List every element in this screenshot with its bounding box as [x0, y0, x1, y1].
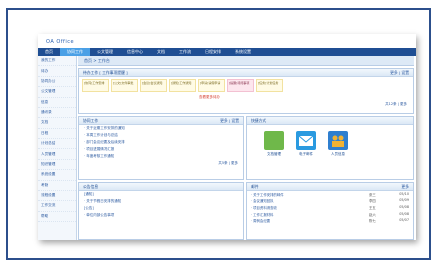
shortcut-documents[interactable]: 文档管理 [261, 131, 287, 157]
top-nav: 首页 协同工作 公文管理 信息中心 文档 工作流 日程安排 系统设置 [38, 48, 416, 56]
list-item: [通知] [84, 192, 94, 196]
list-item: [公告] [84, 206, 94, 210]
sidebar-item[interactable]: 人员管理 [38, 149, 76, 160]
todo-stamp[interactable]: [提醒]待阅事项 [227, 79, 254, 92]
sidebar-item[interactable]: 工作交流 [38, 201, 76, 212]
brand-logo: OA Office [46, 39, 75, 45]
todo-panel: 待办工作 [ 工作事项提醒 ] 更多 | 设置 [协同]工作安排 [公文]文件审… [78, 68, 414, 114]
mail-sender: 张三 [369, 192, 376, 197]
breadcrumb: 首页 > 工作台 [78, 56, 414, 66]
todo-stamp[interactable]: [公文]文件审批 [111, 79, 138, 92]
notice-panel: 公告信息 [通知] · 关于节假日安排的通知 [公告] · 单位内部公告事项 [78, 182, 244, 240]
panel-header: 协同工作 更多 | 设置 [79, 117, 243, 125]
table-row[interactable]: · 工作汇报材料 赵六 05/08 [247, 211, 413, 218]
mail-subject: · 项目资料请查收 [251, 205, 277, 210]
folder-icon [264, 131, 284, 150]
sidebar-item[interactable]: 文档 [38, 118, 76, 129]
table-row[interactable]: · 关于工作安排的邮件 张三 05/10 [247, 191, 413, 198]
mail-subject: · 周例会纪要 [251, 219, 271, 224]
panel-header: 待办工作 [ 工作事项提醒 ] 更多 | 设置 [79, 69, 413, 77]
mail-sender: 王五 [369, 205, 376, 210]
shortcut-people[interactable]: 人员信息 [325, 131, 351, 157]
shortcut-label: 电子邮件 [299, 152, 313, 156]
shortcut-label: 文档管理 [267, 152, 281, 156]
panel-more-link[interactable]: 更多 [401, 183, 409, 190]
table-row[interactable]: · 会议通知回执 李四 05/09 [247, 198, 413, 205]
panel-title: 待办工作 [ 工作事项提醒 ] [83, 70, 128, 75]
mail-date: 05/09 [399, 198, 409, 203]
nav-item-2[interactable]: 公文管理 [90, 49, 120, 55]
collab-panel: 协同工作 更多 | 设置 · 关于近期工作安排的通知 · 本周工作计划与总结 ·… [78, 116, 244, 180]
sidebar-item[interactable]: 知识管理 [38, 160, 76, 171]
sidebar-item[interactable]: 待办 [38, 66, 76, 77]
panel-title: 协同工作 [83, 118, 99, 123]
sidebar-item[interactable]: 帮助 [38, 212, 76, 222]
todo-footer[interactable]: 共12条 | 更多 [79, 101, 413, 108]
sidebar: 我的工作 待办 协同办公 公文管理 信息 通讯录 文档 日程 计划总结 人员管理… [38, 56, 77, 240]
list-item[interactable]: · 单位内部公告事项 [79, 212, 243, 219]
mail-sender: 李四 [369, 199, 376, 204]
mail-date: 05/08 [399, 211, 409, 216]
sidebar-item[interactable]: 系统设置 [38, 170, 76, 181]
sidebar-item[interactable]: 信息 [38, 98, 76, 108]
sidebar-item[interactable]: 协同办公 [38, 77, 76, 88]
mail-sender: 陈七 [369, 219, 376, 224]
mail-date: 05/10 [399, 191, 409, 196]
mail-date: 05/07 [399, 218, 409, 223]
sidebar-item[interactable]: 日程 [38, 129, 76, 139]
panel-title: 邮件 [251, 184, 259, 189]
mail-date: 05/08 [399, 204, 409, 209]
panel-header: 快捷方式 [247, 117, 413, 125]
todo-stamp[interactable]: [协同]工作安排 [82, 79, 109, 92]
nav-item-0[interactable]: 首页 [38, 49, 60, 55]
list-item[interactable]: · 年度考核工作通知 [79, 153, 243, 160]
envelope-icon [296, 131, 316, 150]
nav-item-5[interactable]: 工作流 [172, 49, 198, 55]
people-icon [328, 131, 348, 150]
main-content: 首页 > 工作台 待办工作 [ 工作事项提醒 ] 更多 | 设置 [协同]工作安… [78, 56, 414, 240]
panel-title: 快捷方式 [251, 118, 267, 123]
nav-item-7[interactable]: 系统设置 [228, 49, 258, 55]
panel-more-link[interactable]: 更多 | 设置 [220, 117, 239, 124]
sidebar-item[interactable]: 考勤 [38, 181, 76, 191]
brand-bar: OA Office [38, 34, 416, 48]
shortcut-panel: 快捷方式 文档管理 电子邮件 人员信息 [246, 116, 414, 180]
panel-title: 公告信息 [83, 184, 99, 189]
list-item[interactable]: · 关于近期工作安排的通知 [79, 125, 243, 132]
mail-subject: · 关于工作安排的邮件 [251, 192, 284, 197]
todo-note[interactable]: 查看更多待办 [79, 94, 413, 101]
nav-item-3[interactable]: 信息中心 [120, 49, 150, 55]
oa-screenshot: OA Office 首页 协同工作 公文管理 信息中心 文档 工作流 日程安排 … [38, 34, 416, 240]
sidebar-item[interactable]: 公文管理 [38, 87, 76, 98]
collab-footer[interactable]: 共5条 | 更多 [79, 160, 243, 167]
shortcut-label: 人员信息 [331, 152, 345, 156]
panel-header: 邮件 更多 [247, 183, 413, 191]
panel-header: 公告信息 [79, 183, 243, 191]
todo-stamp[interactable]: [会议]会议通知 [140, 79, 167, 92]
list-item[interactable]: · 项目进展情况汇报 [79, 146, 243, 153]
list-item[interactable]: · 部门会议纪要及后续安排 [79, 139, 243, 146]
sidebar-item[interactable]: 我的工作 [38, 56, 76, 67]
todo-stamp[interactable]: [通知]工作通知 [169, 79, 196, 92]
nav-item-6[interactable]: 日程安排 [198, 49, 228, 55]
list-item[interactable]: · 本周工作计划与总结 [79, 132, 243, 139]
table-row[interactable]: · 项目资料请查收 王五 05/08 [247, 204, 413, 211]
shortcut-mail[interactable]: 电子邮件 [293, 131, 319, 157]
todo-stamp[interactable]: [任务]计划任务 [256, 79, 283, 92]
sidebar-item[interactable]: 计划总结 [38, 139, 76, 150]
mail-panel: 邮件 更多 · 关于工作安排的邮件 张三 05/10 · 会议通知回执 李四 0… [246, 182, 414, 240]
mail-subject: · 会议通知回执 [251, 199, 274, 204]
list-item[interactable]: · 关于节假日安排的通知 [79, 198, 243, 205]
nav-item-1[interactable]: 协同工作 [60, 48, 90, 56]
nav-item-4[interactable]: 文档 [150, 49, 172, 55]
table-row[interactable]: · 周例会纪要 陈七 05/07 [247, 217, 413, 224]
mail-subject: · 工作汇报材料 [251, 212, 274, 217]
todo-stamps: [协同]工作安排 [公文]文件审批 [会议]会议通知 [通知]工作通知 [申请]… [79, 77, 413, 94]
sidebar-item[interactable]: 通讯录 [38, 108, 76, 119]
mail-sender: 赵六 [369, 212, 376, 217]
shortcut-icons: 文档管理 电子邮件 人员信息 [247, 125, 413, 157]
panel-more-link[interactable]: 更多 | 设置 [390, 69, 409, 76]
todo-stamp[interactable]: [申请]请假申请 [198, 79, 225, 92]
sidebar-item[interactable]: 流程设置 [38, 191, 76, 202]
